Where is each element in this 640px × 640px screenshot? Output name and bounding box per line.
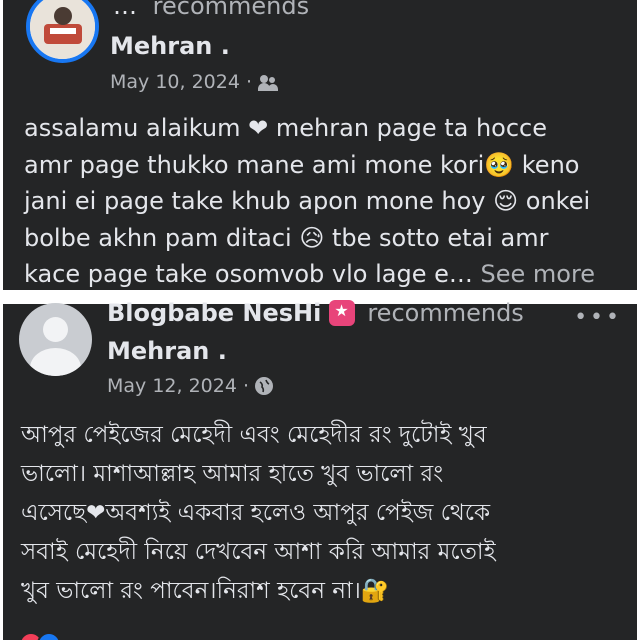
post-line: assalamu alaikum ❤ mehran page ta hocce [24,114,548,142]
post-line: kace page take osomvob vlo lage e… See m… [24,256,624,290]
post-line: amr page thukko mane ami mone kori🥹 keno [24,150,580,179]
post-body: আপুর পেইজের মেহেদী এবং মেহেদীর রং দুটোই … [21,416,621,611]
more-options-icon[interactable]: ••• [574,305,622,330]
avatar-image [30,0,95,59]
post-line: আপুর পেইজের মেহেদী এবং মেহেদীর রং দুটোই … [21,422,487,448]
post-meta: May 12, 2024 · [107,374,274,398]
recommends-label: recommends [367,299,524,327]
recommender-avatar[interactable] [19,303,92,376]
page-avatar[interactable] [26,0,99,63]
post-line: এসেছে❤অবশ্যই একবার হলেও আপুর পেইজ থেকে [21,500,491,526]
post-last-line: kace page take osomvob vlo lage e… [24,260,473,288]
reaction-icons[interactable] [19,632,61,640]
header-cut-line: … recommends [113,0,309,24]
recommends-label: recommends [152,0,310,20]
post-date[interactable]: May 10, 2024 · [110,70,252,94]
header-cut-text: … [113,0,137,20]
post-line: খুব ভালো রং পাবেন।নিরাশ হবেন না।🔐 [21,578,390,604]
post-line: সবাই মেহেদী নিয়ে দেখবেন আশা করি আমার মত… [21,539,496,565]
recommender-name-link[interactable]: Blogbabe NesHi [107,299,321,327]
post-meta: May 10, 2024 · [110,70,279,94]
page-name-link[interactable]: Mehran . [107,336,227,366]
star-badge-icon [329,300,356,326]
friends-icon [258,73,279,91]
recommender-row: Blogbabe NesHi recommends [107,299,524,327]
post-card-top: … recommends Mehran . May 10, 2024 · ass… [3,0,637,290]
page-name-link[interactable]: Mehran . [110,31,230,61]
post-date[interactable]: May 12, 2024 · [107,374,249,398]
see-more-link[interactable]: See more [481,260,596,288]
post-line: jani ei page take khub apon mone hoy 😌 o… [24,187,591,215]
post-body: assalamu alaikum ❤ mehran page ta hocce … [24,110,624,290]
avatar-head-shape [43,317,68,342]
avatar-body-shape [30,348,81,376]
globe-icon [255,377,274,395]
post-line: bolbe akhn pam ditaci 😥 tbe sotto etai a… [24,223,549,252]
post-line: ভালো। মাশাআল্লাহ আমার হাতে খুব ভালো রং [21,461,444,487]
